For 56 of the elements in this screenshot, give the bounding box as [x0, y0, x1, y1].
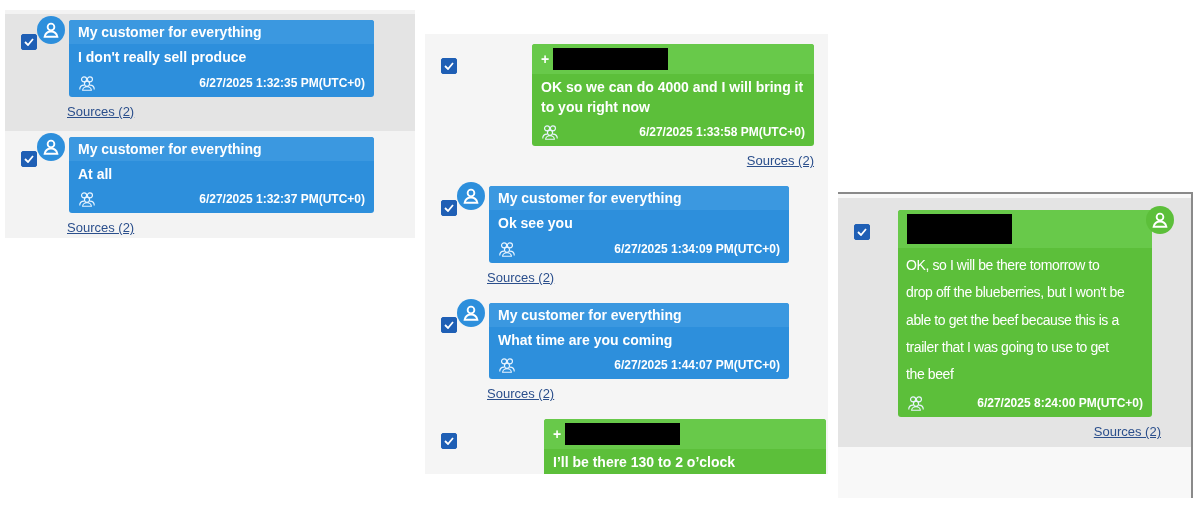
group-icon [498, 357, 516, 374]
message-text: OK so we can do 4000 and I will bring it to you right now [540, 78, 805, 117]
group-icon [78, 74, 96, 91]
message-text: Ok see you [497, 214, 574, 234]
message-row[interactable]: My customer for everything Ok see you 6/27/2025 1:34:09 PM(UTC+0) Sources (2) [425, 180, 828, 297]
check-icon [444, 62, 454, 70]
message-row[interactable]: My customer for everything At all 6/27/2025 1:32:37 PM(UTC+0) Sources (2) [5, 130, 415, 238]
sender-name: + [553, 426, 562, 443]
avatar-icon [457, 182, 485, 211]
message-text: OK, so I will be there tomorrow to drop off the blueberries, but I won't be able to get the beef because this is a trailer that I was going to use to get the beef [905, 256, 1126, 385]
sender-name: My customer for everything [498, 306, 682, 323]
check-icon [857, 228, 867, 236]
message-timestamp: 6/27/2025 1:33:58 PM(UTC+0) [639, 125, 805, 140]
sources-link[interactable]: Sources (2) [746, 153, 814, 169]
checkbox[interactable] [21, 150, 37, 167]
check-icon [444, 204, 454, 213]
sources-link[interactable]: Sources (2) [67, 103, 135, 119]
sender-name: My customer for everything [78, 140, 262, 157]
sources-link[interactable]: Sources (2) [487, 386, 555, 402]
group-icon [907, 395, 925, 412]
checkbox[interactable] [854, 224, 870, 240]
check-icon [24, 38, 34, 46]
sender-name: My customer for everything [498, 190, 682, 207]
sources-link[interactable]: Sources (2) [1093, 424, 1161, 440]
checkbox[interactable] [441, 433, 457, 450]
checkbox[interactable] [21, 34, 37, 50]
checkbox[interactable] [441, 200, 457, 217]
message-text: I’ll be there 130 to 2 o’clock [552, 453, 737, 473]
message-timestamp: 6/27/2025 1:34:09 PM(UTC+0) [614, 241, 780, 256]
message-row[interactable]: My customer for everything I don't really sell produce 6/27/2025 1:32:35 PM(UTC+0) Sources (2) [5, 14, 415, 131]
check-icon [24, 154, 34, 163]
sender-name: + [541, 51, 550, 67]
message-timestamp: 6/27/2025 1:32:37 PM(UTC+0) [199, 192, 365, 207]
avatar-icon [37, 16, 65, 44]
message-timestamp: 6/27/2025 1:32:35 PM(UTC+0) [199, 75, 365, 90]
message-text: I don't really sell produce [77, 48, 248, 67]
avatar-icon [457, 298, 485, 327]
message-text: What time are you coming [497, 330, 674, 350]
sender-name: My customer for everything [78, 24, 262, 40]
checkbox[interactable] [441, 316, 457, 333]
avatar-icon [37, 132, 65, 161]
avatar-icon [1146, 206, 1174, 234]
check-icon [444, 437, 454, 446]
checkbox[interactable] [441, 58, 457, 74]
message-row[interactable]: + OK so we can do 4000 and I will bring it to you right now 6/27/2025 1:33:58 PM(UTC+0) Sources (2) [425, 38, 828, 181]
message-row[interactable]: My customer for everything What time are you coming 6/27/2025 1:44:07 PM(UTC+0) Sources (2) [425, 296, 828, 414]
message-timestamp: 6/27/2025 8:24:00 PM(UTC+0) [977, 396, 1143, 411]
sources-link[interactable]: Sources (2) [487, 269, 555, 285]
sources-link[interactable]: Sources (2) [67, 220, 135, 236]
check-icon [444, 320, 454, 329]
message-row[interactable] [838, 198, 1191, 448]
message-text: At all [77, 164, 114, 184]
group-icon [498, 240, 516, 257]
group-icon [78, 191, 96, 208]
message-timestamp: 6/27/2025 1:44:07 PM(UTC+0) [614, 358, 780, 373]
group-icon [541, 124, 559, 141]
